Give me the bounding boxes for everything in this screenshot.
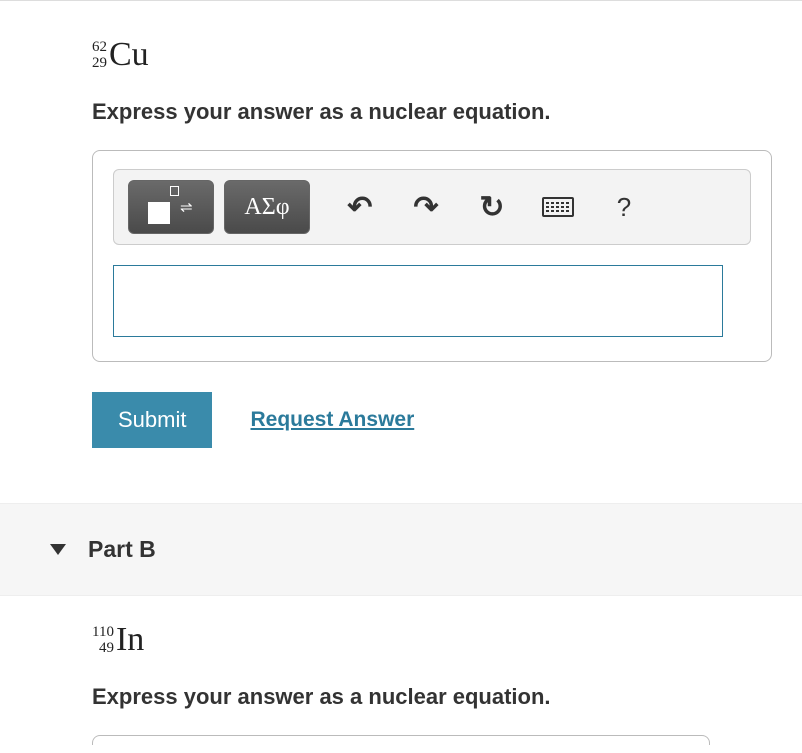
element-symbol: In (116, 621, 144, 659)
redo-icon: ↷ (413, 190, 438, 225)
answer-box: ⇌ ΑΣφ ↶ ↷ ↻ (92, 150, 772, 362)
instruction-text: Express your answer as a nuclear equatio… (92, 99, 772, 125)
atomic-number: 49 (99, 640, 114, 657)
template-icon: ⇌ (148, 190, 194, 224)
template-button[interactable]: ⇌ (128, 180, 214, 234)
instruction-text: Express your answer as a nuclear equatio… (92, 684, 772, 710)
answer-input[interactable] (113, 265, 723, 337)
divider (0, 0, 802, 1)
part-b-title: Part B (88, 536, 156, 563)
greek-icon: ΑΣφ (244, 194, 289, 221)
mass-number: 110 (92, 624, 114, 641)
isotope-part-a: 62 29 Cu (92, 36, 772, 74)
action-row: Submit Request Answer (92, 392, 772, 448)
answer-box-partial (92, 735, 710, 745)
keyboard-icon (542, 197, 574, 217)
submit-button[interactable]: Submit (92, 392, 212, 448)
mass-number: 62 (92, 39, 107, 56)
isotope-part-b: 110 49 In (92, 621, 772, 659)
undo-button[interactable]: ↶ (332, 180, 388, 234)
undo-icon: ↶ (347, 190, 372, 225)
part-b-header[interactable]: Part B (0, 503, 802, 596)
request-answer-link[interactable]: Request Answer (250, 408, 414, 432)
equation-toolbar: ⇌ ΑΣφ ↶ ↷ ↻ (113, 169, 751, 245)
redo-button[interactable]: ↷ (398, 180, 454, 234)
greek-letters-button[interactable]: ΑΣφ (224, 180, 310, 234)
reset-icon: ↻ (479, 190, 504, 225)
chevron-down-icon (50, 544, 66, 555)
element-symbol: Cu (109, 36, 149, 74)
help-icon: ? (617, 192, 631, 223)
reset-button[interactable]: ↻ (464, 180, 520, 234)
help-button[interactable]: ? (596, 180, 652, 234)
keyboard-button[interactable] (530, 180, 586, 234)
atomic-number: 29 (92, 55, 107, 72)
